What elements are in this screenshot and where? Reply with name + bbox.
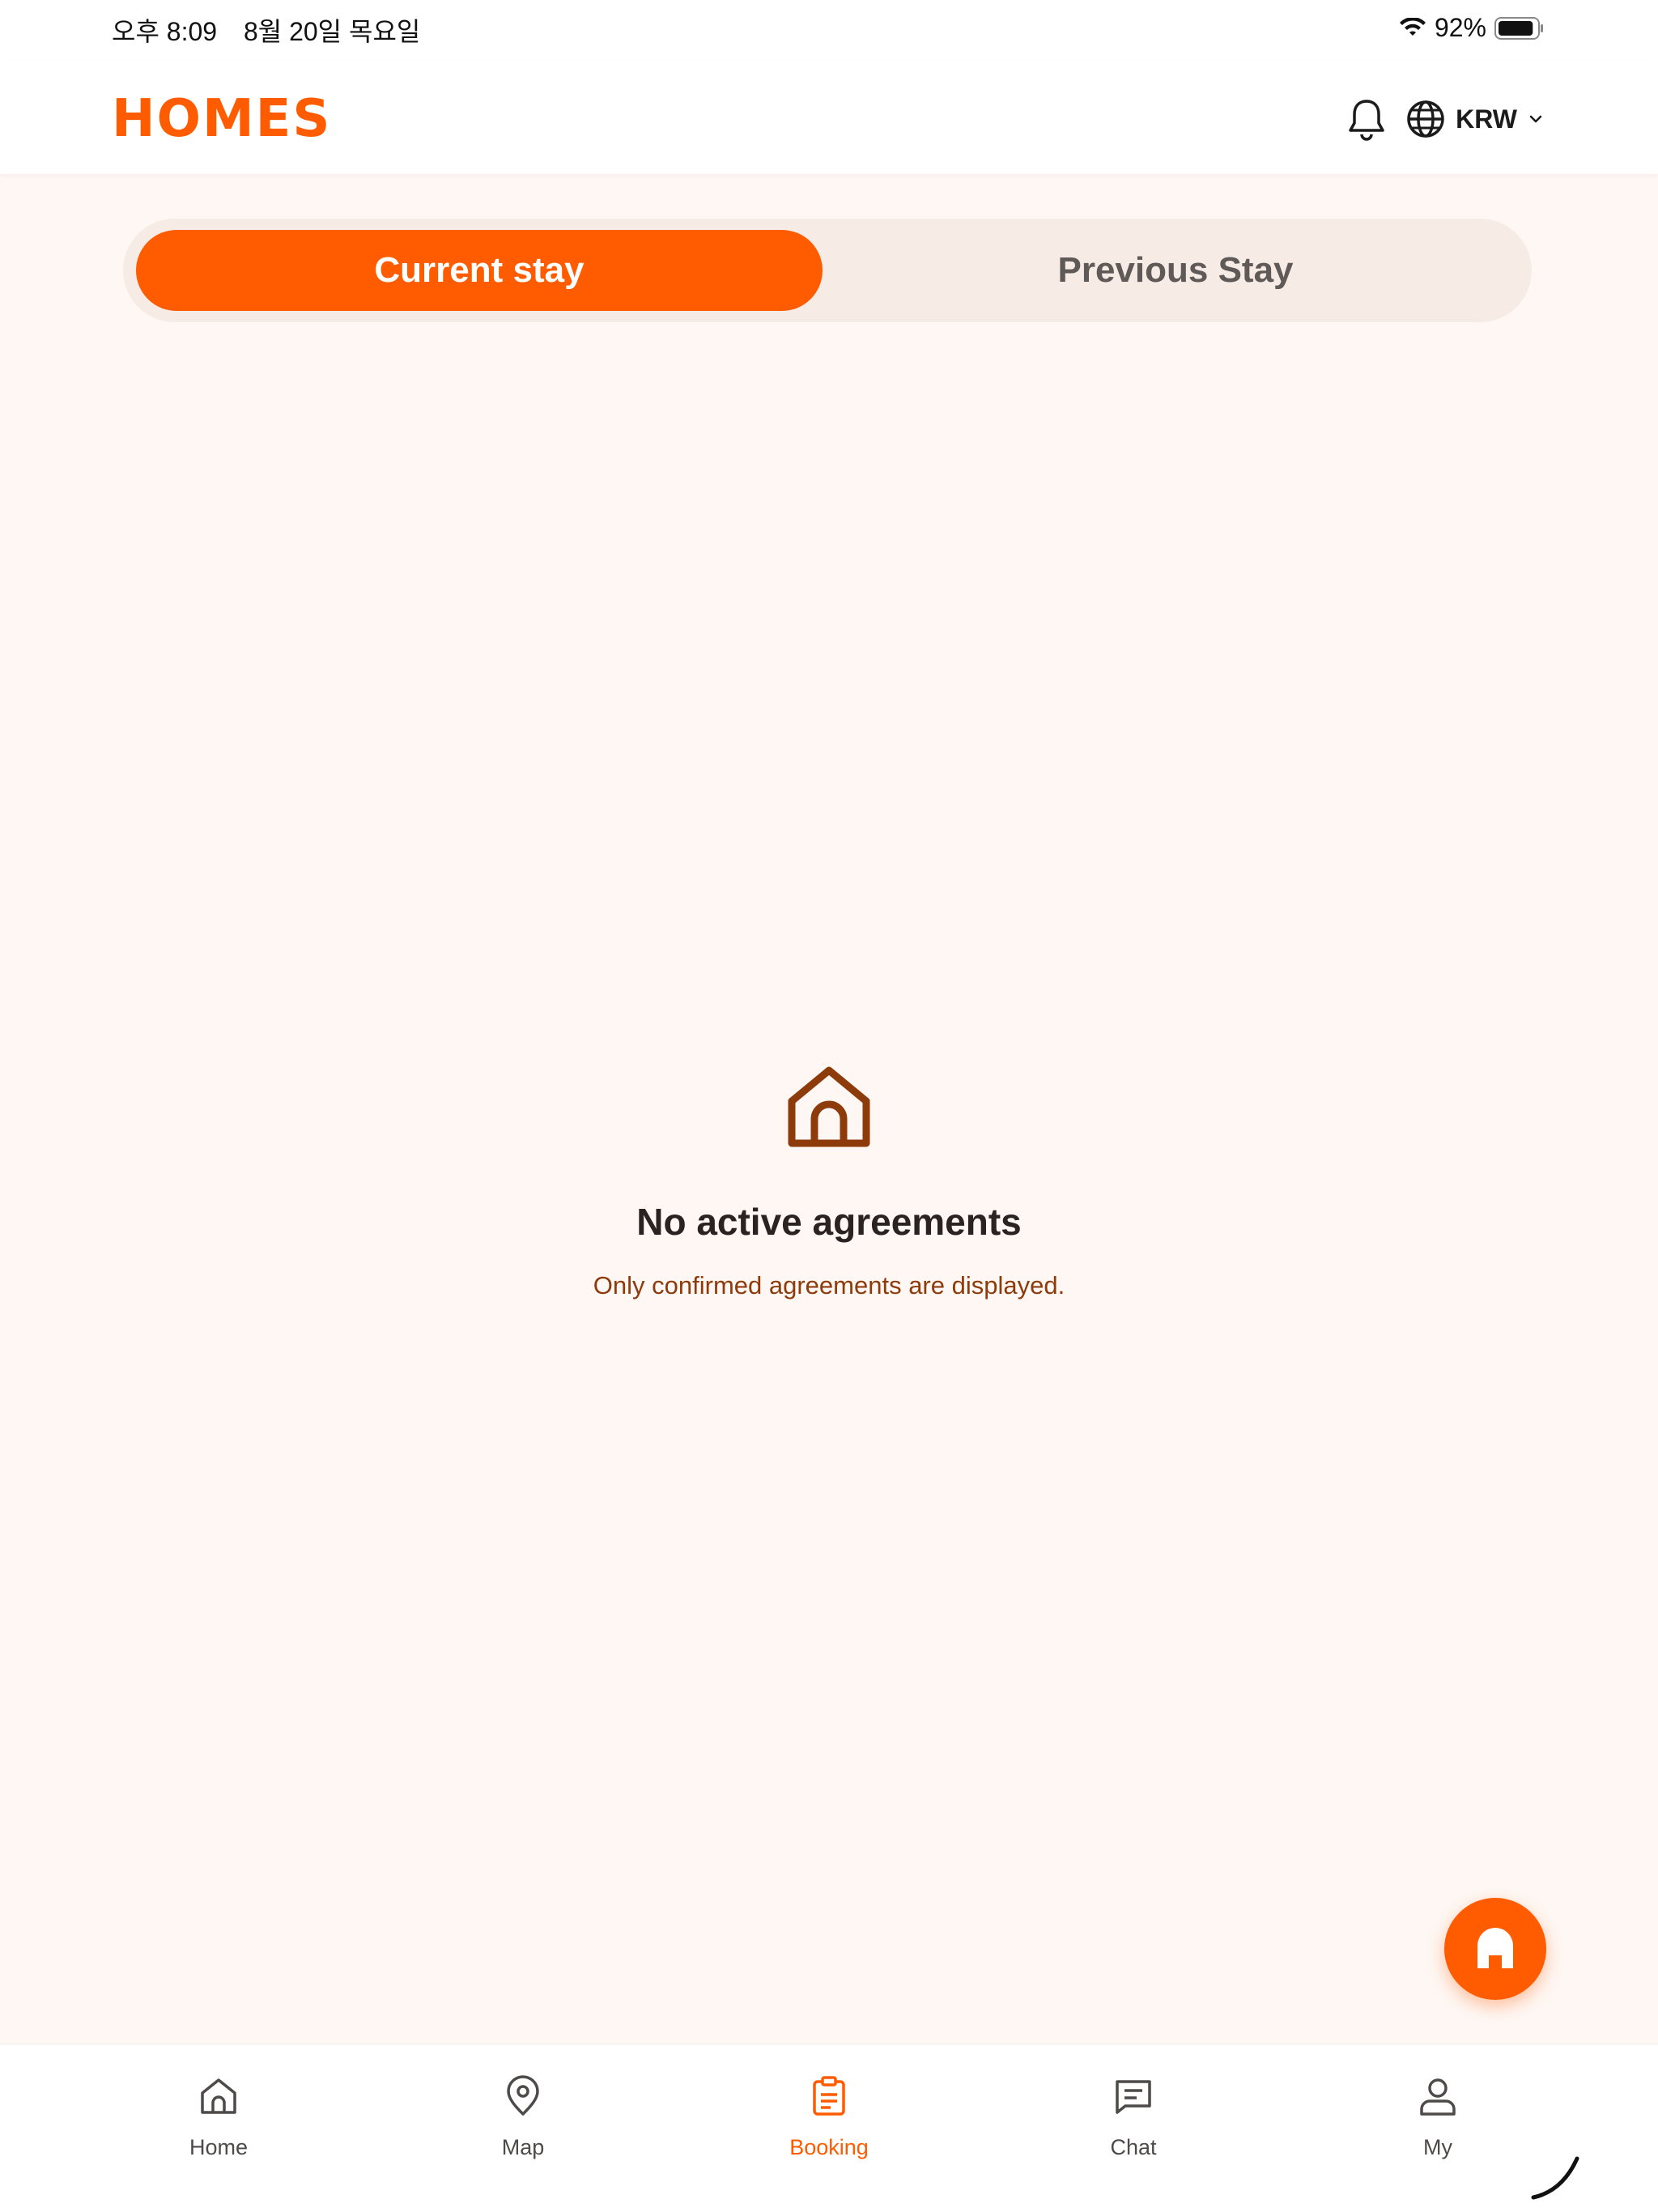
status-right: 92% — [1399, 13, 1545, 43]
logo-text: HOMES — [112, 89, 332, 149]
user-icon — [1420, 2078, 1456, 2116]
nav-booking-label: Booking — [789, 2135, 869, 2159]
nav-map-label: Map — [501, 2135, 545, 2159]
nav-my-label: My — [1423, 2135, 1452, 2159]
status-bar: 오후 8:09 8월 20일 목요일 92% — [0, 0, 1658, 61]
battery-icon — [1494, 16, 1543, 40]
house-icon — [788, 1066, 870, 1147]
chevron-down-icon — [1529, 115, 1542, 123]
chat-icon — [1116, 2080, 1151, 2114]
bottom-navigation: Home Map Booking Chat My — [0, 2044, 1658, 2212]
currency-selector[interactable]: KRW — [1405, 99, 1545, 139]
battery-percent: 92% — [1434, 13, 1486, 42]
status-left: 오후 8:09 8월 20일 목요일 — [112, 11, 420, 49]
empty-state-subtitle: Only confirmed agreements are displayed. — [593, 1271, 1065, 1300]
currency-label: KRW — [1456, 104, 1517, 134]
tab-current-stay[interactable]: Current stay — [136, 230, 823, 311]
nav-home[interactable]: Home — [138, 2074, 300, 2160]
nav-home-label: Home — [189, 2135, 249, 2159]
clipboard-icon — [813, 2076, 845, 2116]
booking-page: 오후 8:09 8월 20일 목요일 92% HOMES KRW Current… — [0, 0, 1658, 2212]
scroll-indicator — [1531, 2156, 1579, 2200]
home-icon — [201, 2078, 236, 2114]
map-pin-icon — [507, 2075, 539, 2116]
app-header: HOMES KRW — [0, 61, 1658, 174]
tab-previous-stay[interactable]: Previous Stay — [832, 230, 1519, 311]
status-time: 오후 8:09 — [112, 17, 218, 46]
header-actions: KRW — [1346, 96, 1545, 142]
bell-icon[interactable] — [1346, 96, 1388, 142]
homes-fab-button[interactable] — [1444, 1898, 1546, 2000]
status-date: 8월 20일 목요일 — [243, 17, 421, 46]
nav-chat[interactable]: Chat — [1052, 2074, 1214, 2160]
empty-state: No active agreements Only confirmed agre… — [0, 1061, 1658, 1300]
empty-state-title: No active agreements — [636, 1201, 1022, 1243]
homes-logo-icon — [1477, 1928, 1513, 1968]
wifi-icon — [1399, 17, 1426, 36]
homes-logo[interactable]: HOMES — [112, 89, 332, 149]
nav-map[interactable]: Map — [442, 2074, 604, 2160]
nav-my[interactable]: My — [1357, 2074, 1519, 2160]
stay-tabs: Current stay Previous Stay — [123, 219, 1532, 322]
nav-chat-label: Chat — [1110, 2135, 1157, 2159]
nav-booking[interactable]: Booking — [748, 2074, 910, 2160]
globe-icon — [1407, 100, 1444, 138]
